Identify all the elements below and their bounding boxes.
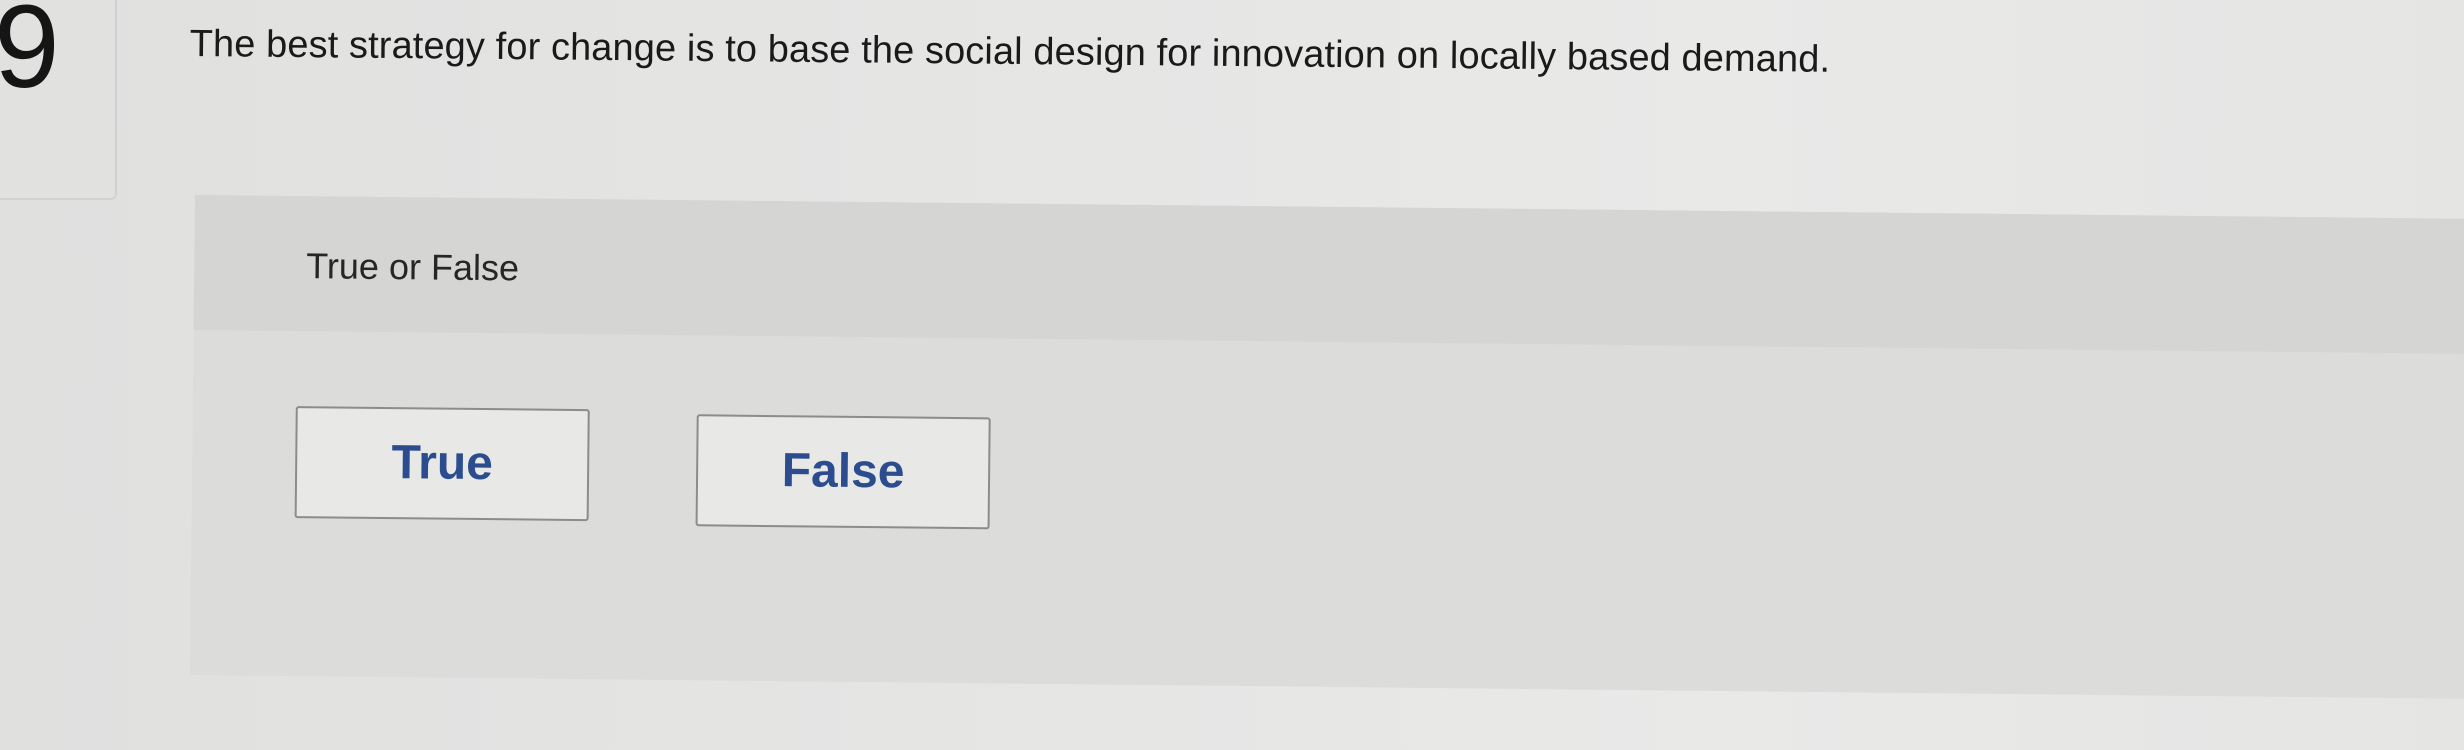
answer-panel-header: True or False xyxy=(193,195,2464,355)
false-button[interactable]: False xyxy=(695,414,991,530)
question-number: 9 xyxy=(0,0,60,113)
question-text: The best strategy for change is to base … xyxy=(189,22,1831,81)
quiz-page: 9 The best strategy for change is to bas… xyxy=(0,0,2464,750)
answer-prompt: True or False xyxy=(306,245,520,289)
answer-panel: True or False True False xyxy=(189,195,2464,700)
true-button-label: True xyxy=(391,436,494,491)
true-button[interactable]: True xyxy=(294,406,590,522)
false-button-label: False xyxy=(781,444,905,499)
